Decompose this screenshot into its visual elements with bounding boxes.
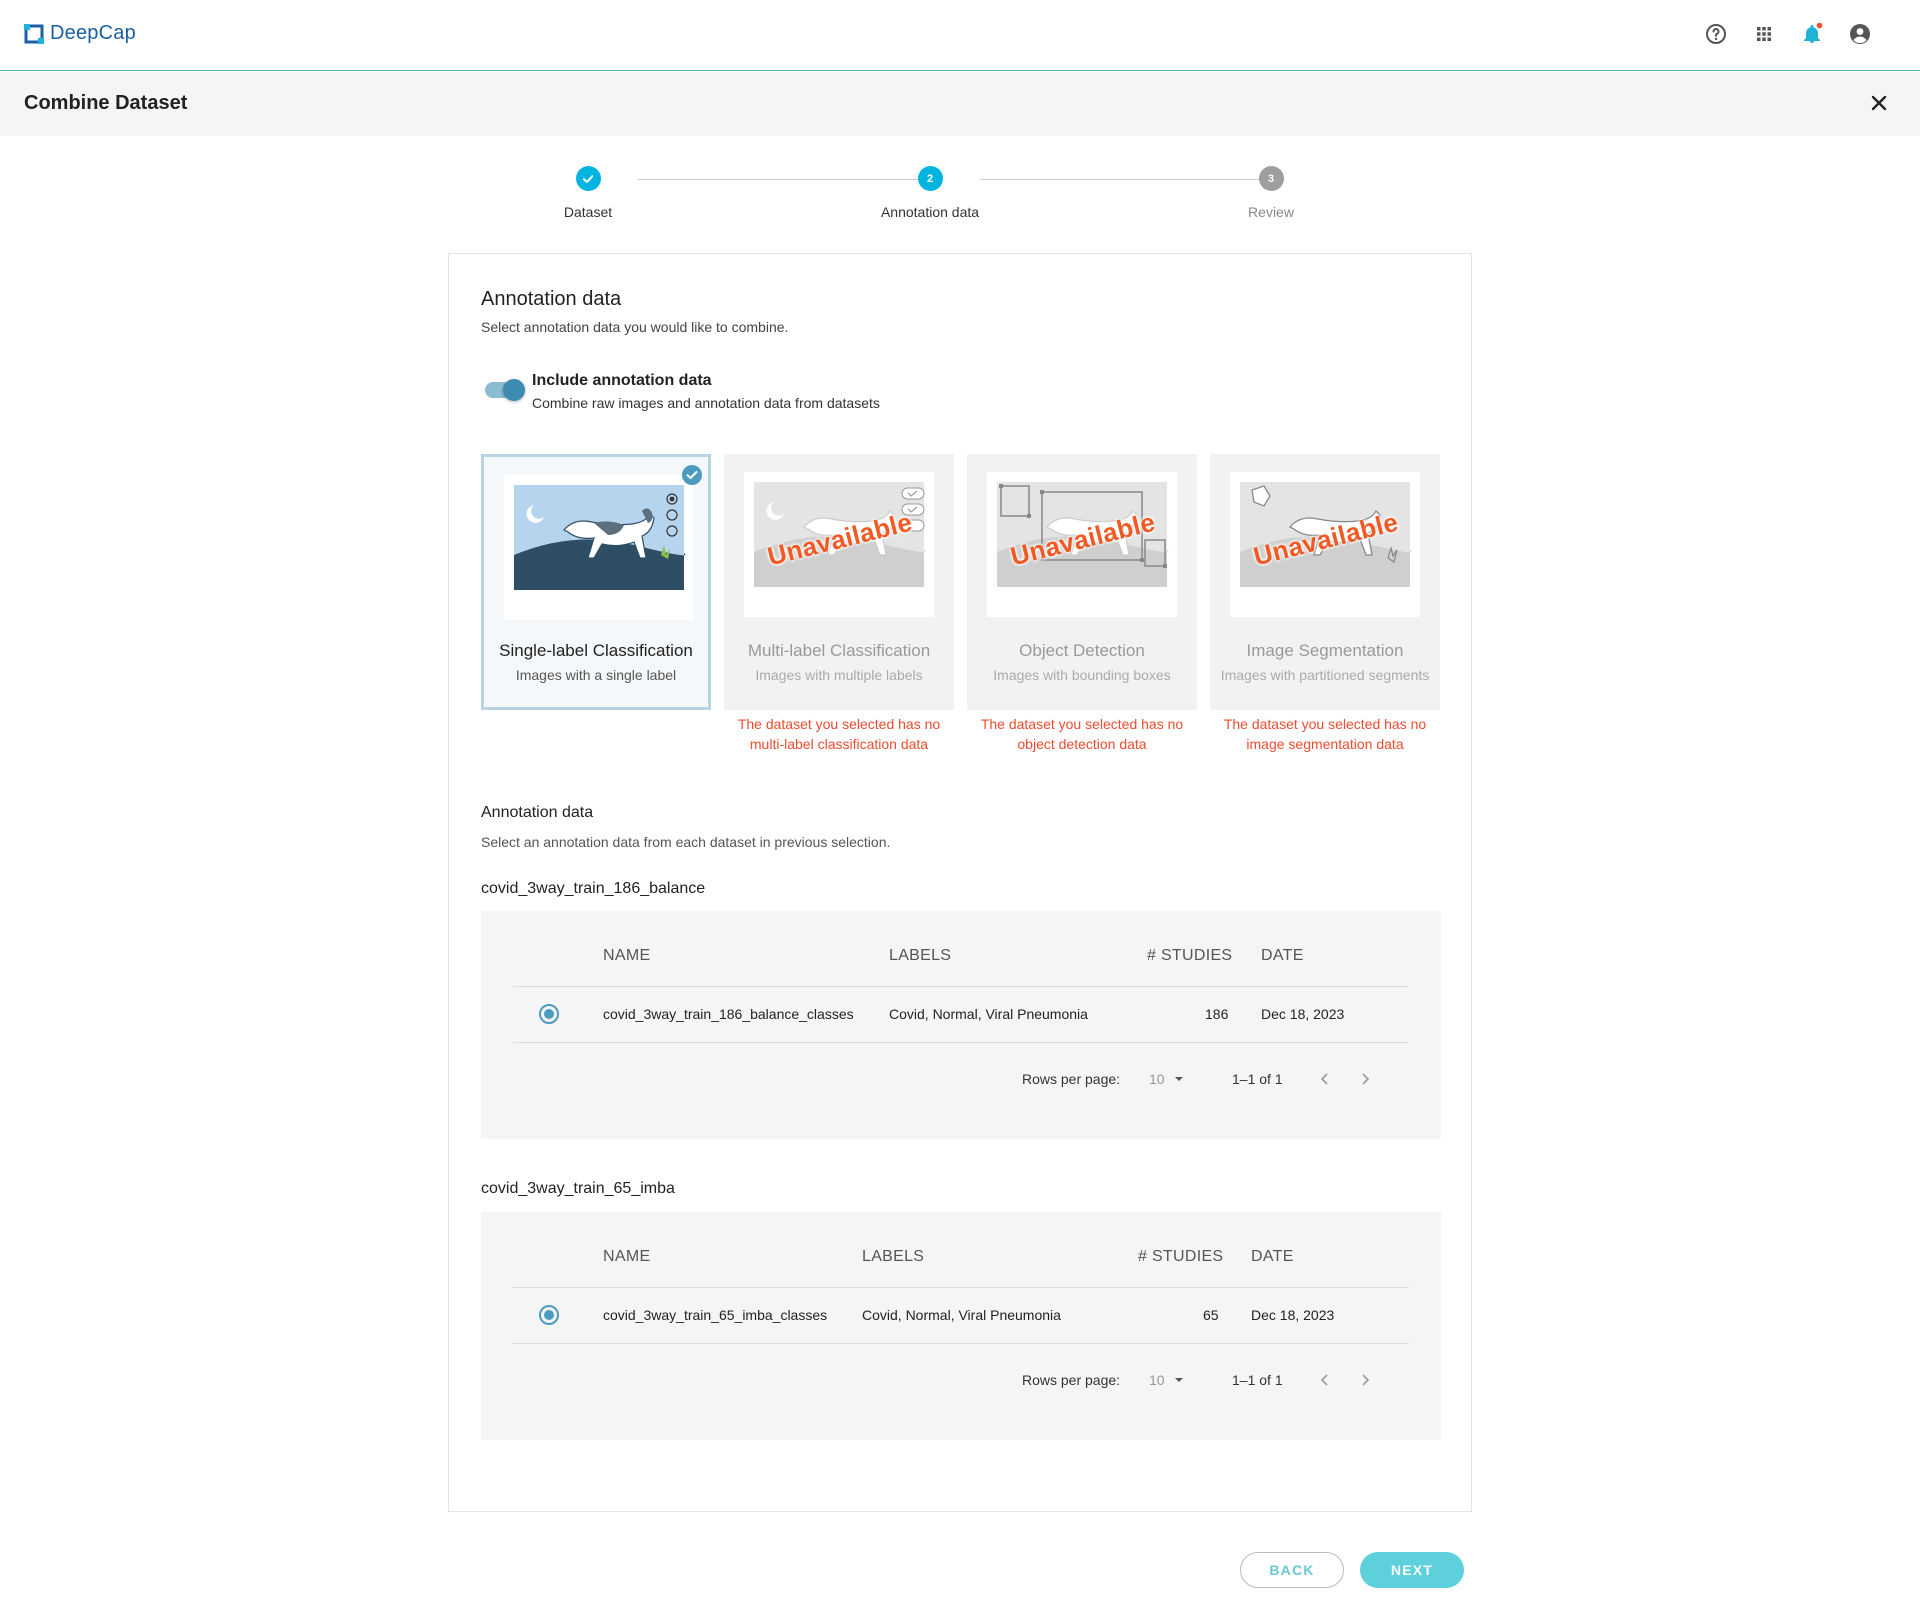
top-bar: DeepCap — [0, 0, 1920, 71]
selected-check-icon — [682, 465, 702, 485]
app-name: DeepCap — [50, 22, 136, 44]
cell-studies: 65 — [1203, 1307, 1219, 1323]
rows-per-page-value: 10 — [1149, 1372, 1165, 1388]
rows-per-page-label: Rows per page: — [1022, 1372, 1121, 1388]
section-subtitle: Select annotation data you would like to… — [481, 319, 789, 335]
unavailable-warning: The dataset you selected has no image se… — [1223, 716, 1427, 752]
tile-subtitle: Images with a single label — [515, 667, 677, 683]
cell-labels: Covid, Normal, Viral Pneumonia — [889, 1006, 1088, 1022]
multi-label-illustration: Unavailable — [744, 472, 934, 617]
dataset-name: covid_3way_train_186_balance — [481, 880, 706, 897]
account-circle-icon[interactable] — [1848, 22, 1872, 46]
cell-labels: Covid, Normal, Viral Pneumonia — [862, 1307, 1061, 1323]
app-logo[interactable]: DeepCap — [24, 22, 136, 45]
step-number: 3 — [1258, 166, 1284, 191]
cell-date: Dec 18, 2023 — [1251, 1307, 1335, 1323]
chevron-left-icon[interactable] — [1315, 1370, 1335, 1390]
column-header-date: DATE — [1251, 1248, 1294, 1265]
column-header-studies: # STUDIES — [1138, 1248, 1224, 1265]
back-button[interactable]: BACK — [1240, 1552, 1344, 1588]
tile-subtitle: Images with bounding boxes — [993, 667, 1171, 683]
next-button[interactable]: NEXT — [1360, 1552, 1464, 1588]
toggle-subtitle: Combine raw images and annotation data f… — [532, 395, 880, 411]
annotation-card: Annotation data Select annotation data y… — [448, 253, 1472, 1512]
column-header-name: NAME — [603, 1248, 651, 1265]
tile-title: Image Segmentation — [1246, 641, 1404, 660]
step-label: Annotation data — [880, 204, 980, 220]
type-tile-object-detection: Unavailable Object Detection Images with… — [967, 454, 1197, 710]
annotation-selection-title: Annotation data — [481, 804, 594, 821]
step-label: Dataset — [563, 204, 613, 220]
caret-down-icon — [1175, 1077, 1184, 1081]
bell-icon[interactable] — [1800, 22, 1824, 46]
unavailable-warning: The dataset you selected has no multi-la… — [737, 716, 941, 752]
step-done-icon — [575, 166, 601, 191]
rows-per-page-select[interactable]: 10 — [1149, 1372, 1184, 1388]
type-tile-multi-label: Unavailable Multi-label Classification I… — [724, 454, 954, 710]
close-icon[interactable] — [1864, 88, 1894, 118]
rows-per-page-label: Rows per page: — [1022, 1071, 1121, 1087]
column-header-name: NAME — [603, 947, 651, 964]
annotation-selection-subtitle: Select an annotation data from each data… — [481, 834, 891, 850]
tile-title: Single-label Classification — [499, 641, 693, 660]
toggle-title: Include annotation data — [532, 372, 712, 389]
tile-title: Multi-label Classification — [747, 641, 931, 660]
cell-name: covid_3way_train_65_imba_classes — [603, 1307, 828, 1323]
cell-name: covid_3way_train_186_balance_classes — [603, 1006, 854, 1022]
cell-studies: 186 — [1205, 1006, 1229, 1022]
column-header-labels: LABELS — [889, 947, 952, 964]
row-radio[interactable] — [539, 1004, 559, 1024]
page-range: 1–1 of 1 — [1232, 1372, 1283, 1388]
help-circle-icon[interactable] — [1704, 22, 1728, 46]
header-divider — [513, 1287, 1409, 1288]
chevron-left-icon[interactable] — [1315, 1069, 1335, 1089]
type-tile-image-segmentation: Unavailable Image Segmentation Images wi… — [1210, 454, 1440, 710]
tile-subtitle: Images with partitioned segments — [1220, 667, 1430, 683]
page-title: Combine Dataset — [24, 92, 188, 114]
include-annotation-toggle[interactable] — [485, 379, 525, 401]
page-header: Combine Dataset — [0, 72, 1920, 136]
header-divider — [513, 986, 1409, 987]
object-detection-illustration: Unavailable — [987, 472, 1177, 617]
tile-title: Object Detection — [1019, 641, 1145, 660]
row-divider — [513, 1343, 1409, 1344]
caret-down-icon — [1175, 1378, 1184, 1382]
section-title: Annotation data — [481, 288, 622, 310]
step-review[interactable]: 3 Review — [1201, 166, 1341, 220]
dataset-name: covid_3way_train_65_imba — [481, 1180, 675, 1197]
column-header-studies: # STUDIES — [1147, 947, 1233, 964]
apps-grid-icon[interactable] — [1752, 22, 1776, 46]
step-label: Review — [1248, 204, 1294, 220]
chevron-right-icon[interactable] — [1355, 1370, 1375, 1390]
step-dataset[interactable]: Dataset — [518, 166, 658, 220]
header-actions — [1704, 22, 1872, 46]
cell-date: Dec 18, 2023 — [1261, 1006, 1345, 1022]
chevron-right-icon[interactable] — [1355, 1069, 1375, 1089]
annotation-table: NAME LABELS # STUDIES DATE covid_3way_tr… — [481, 1212, 1441, 1440]
column-header-labels: LABELS — [862, 1248, 925, 1265]
segmentation-illustration: Unavailable — [1230, 472, 1420, 617]
rows-per-page-value: 10 — [1149, 1071, 1165, 1087]
step-number: 2 — [917, 166, 943, 191]
single-label-illustration — [504, 475, 694, 620]
annotation-table: NAME LABELS # STUDIES DATE covid_3way_tr… — [481, 911, 1441, 1139]
wizard-stepper: Dataset 2 Annotation data 3 Review — [518, 166, 1303, 236]
type-tile-single-label[interactable]: Single-label Classification Images with … — [481, 454, 711, 710]
unavailable-warning: The dataset you selected has no object d… — [980, 716, 1184, 752]
tile-subtitle: Images with multiple labels — [755, 667, 923, 683]
row-divider — [513, 1042, 1409, 1043]
column-header-date: DATE — [1261, 947, 1304, 964]
step-annotation-data[interactable]: 2 Annotation data — [860, 166, 1000, 220]
rows-per-page-select[interactable]: 10 — [1149, 1071, 1184, 1087]
row-radio[interactable] — [539, 1305, 559, 1325]
logo-icon — [24, 23, 44, 44]
page-range: 1–1 of 1 — [1232, 1071, 1283, 1087]
